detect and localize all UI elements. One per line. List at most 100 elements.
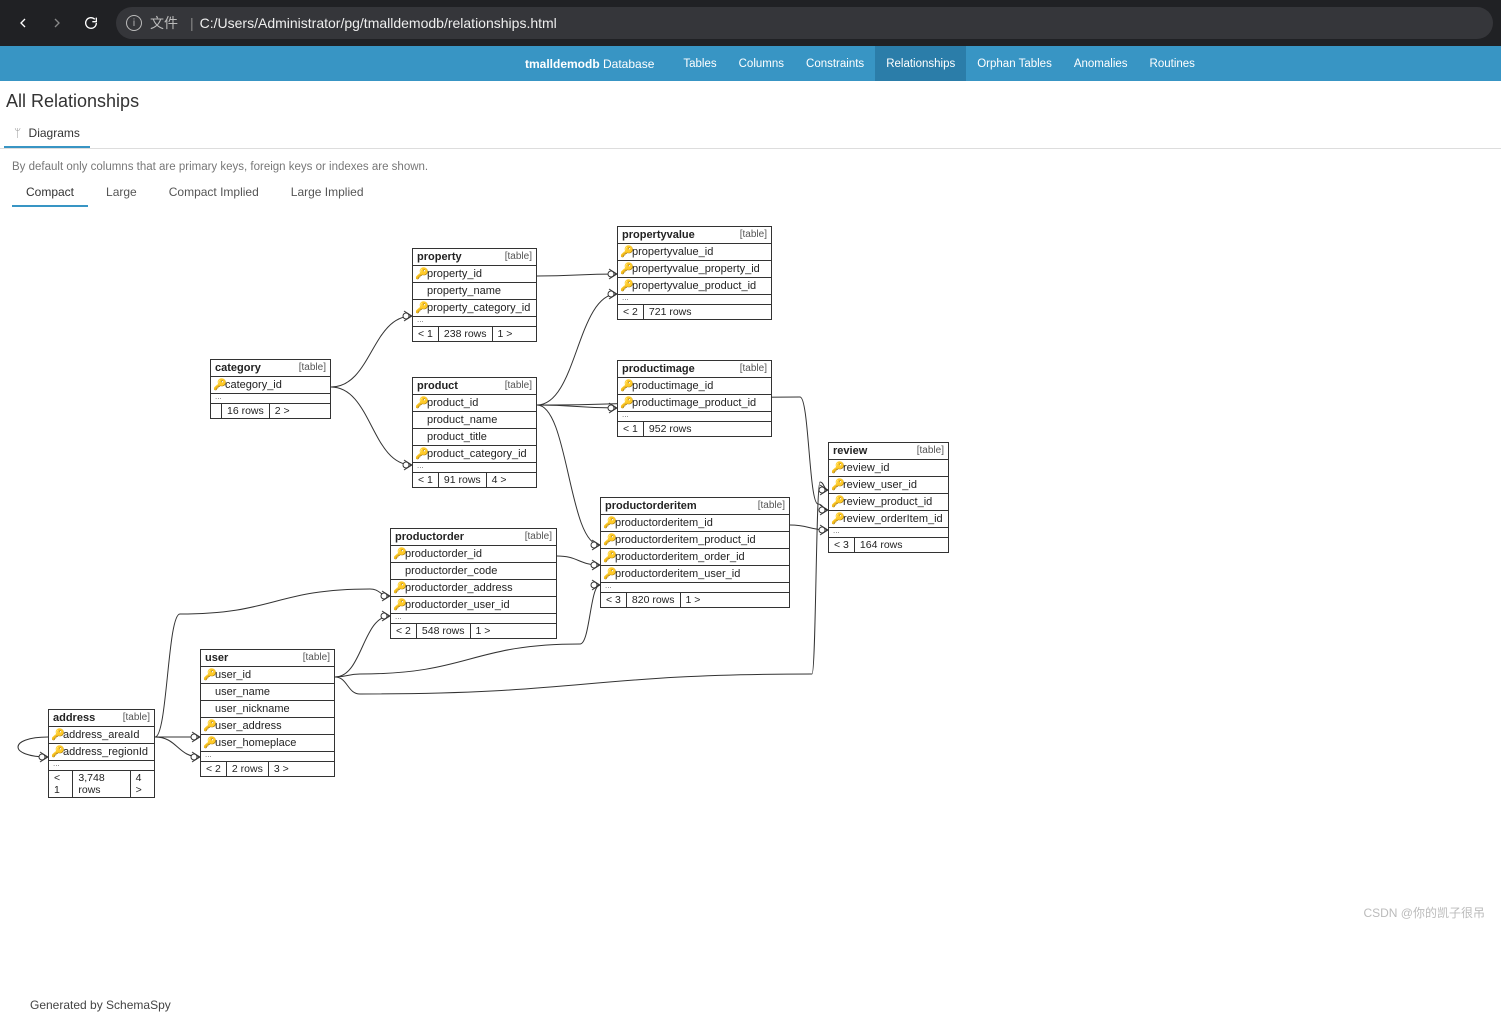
table-footer: < 3164 rows: [829, 538, 948, 552]
table-footer: < 13,748 rows4 >: [49, 771, 154, 797]
column-review_product_id: 🔑review_product_id: [829, 494, 948, 511]
table-propertyvalue[interactable]: propertyvalue[table]🔑propertyvalue_id🔑pr…: [617, 226, 772, 320]
table-product[interactable]: product[table]🔑product_idproduct_namepro…: [412, 377, 537, 488]
table-header: user[table]: [201, 650, 334, 667]
table-header: productorder[table]: [391, 529, 556, 546]
table-productimage[interactable]: productimage[table]🔑productimage_id🔑prod…: [617, 360, 772, 437]
er-diagram: category[table]🔑category_id...16 rows2 >…: [0, 214, 1500, 974]
table-header: property[table]: [413, 249, 536, 266]
column-product_category_id: 🔑product_category_id: [413, 446, 536, 463]
column-address_regionId: 🔑address_regionId: [49, 744, 154, 761]
nav-tab-columns[interactable]: Columns: [728, 46, 795, 81]
column-review_id: 🔑review_id: [829, 460, 948, 477]
ellipsis: ...: [829, 528, 948, 538]
view-tab-compact[interactable]: Compact: [12, 181, 88, 207]
column-productorder_user_id: 🔑productorder_user_id: [391, 597, 556, 614]
table-header: propertyvalue[table]: [618, 227, 771, 244]
column-productorderitem_id: 🔑productorderitem_id: [601, 515, 789, 532]
table-footer: < 1952 rows: [618, 422, 771, 436]
column-user_homeplace: 🔑user_homeplace: [201, 735, 334, 752]
url-input[interactable]: i 文件 | C:/Users/Administrator/pg/tmallde…: [116, 7, 1493, 39]
reload-button[interactable]: [76, 8, 106, 38]
column-product_name: product_name: [413, 412, 536, 429]
ellipsis: ...: [211, 394, 330, 404]
table-header: address[table]: [49, 710, 154, 727]
ellipsis: ...: [618, 295, 771, 305]
ellipsis: ...: [201, 752, 334, 762]
nav-tab-tables[interactable]: Tables: [672, 46, 727, 81]
column-product_title: product_title: [413, 429, 536, 446]
column-user_name: user_name: [201, 684, 334, 701]
table-header: productimage[table]: [618, 361, 771, 378]
watermark: CSDN @你的凯子很吊: [1363, 904, 1485, 921]
view-tab-compact-implied[interactable]: Compact Implied: [155, 181, 273, 205]
column-productorderitem_product_id: 🔑productorderitem_product_id: [601, 532, 789, 549]
column-property_id: 🔑property_id: [413, 266, 536, 283]
column-productorder_code: productorder_code: [391, 563, 556, 580]
nav-tab-anomalies[interactable]: Anomalies: [1063, 46, 1139, 81]
info-text: By default only columns that are primary…: [0, 149, 1501, 181]
table-footer: 16 rows2 >: [211, 404, 330, 418]
column-review_orderItem_id: 🔑review_orderItem_id: [829, 511, 948, 528]
table-property[interactable]: property[table]🔑property_idproperty_name…: [412, 248, 537, 342]
table-footer: < 1238 rows1 >: [413, 327, 536, 341]
table-footer: < 2721 rows: [618, 305, 771, 319]
nav-tab-relationships[interactable]: Relationships: [875, 46, 966, 81]
browser-address-bar: i 文件 | C:/Users/Administrator/pg/tmallde…: [0, 0, 1501, 46]
column-productimage_id: 🔑productimage_id: [618, 378, 771, 395]
ellipsis: ...: [391, 614, 556, 624]
url-scheme-label: 文件: [150, 13, 178, 33]
column-productorder_address: 🔑productorder_address: [391, 580, 556, 597]
view-mode-tabs: CompactLargeCompact ImpliedLarge Implied: [0, 181, 1501, 208]
site-header: tmalldemodb Database TablesColumnsConstr…: [0, 46, 1501, 81]
column-propertyvalue_property_id: 🔑propertyvalue_property_id: [618, 261, 771, 278]
column-user_nickname: user_nickname: [201, 701, 334, 718]
nav-tab-routines[interactable]: Routines: [1139, 46, 1206, 81]
nav-tab-orphan-tables[interactable]: Orphan Tables: [966, 46, 1063, 81]
diagrams-tab[interactable]: ᛘ Diagrams: [4, 120, 90, 148]
section-tabs: ᛘ Diagrams: [0, 120, 1501, 149]
generated-by: Generated by SchemaSpy: [0, 974, 1501, 1032]
ellipsis: ...: [413, 317, 536, 327]
table-header: productorderitem[table]: [601, 498, 789, 515]
ellipsis: ...: [601, 583, 789, 593]
table-header: review[table]: [829, 443, 948, 460]
column-productorderitem_order_id: 🔑productorderitem_order_id: [601, 549, 789, 566]
column-propertyvalue_product_id: 🔑propertyvalue_product_id: [618, 278, 771, 295]
table-header: category[table]: [211, 360, 330, 377]
table-address[interactable]: address[table]🔑address_areaId🔑address_re…: [48, 709, 155, 798]
column-user_id: 🔑user_id: [201, 667, 334, 684]
column-user_address: 🔑user_address: [201, 718, 334, 735]
table-category[interactable]: category[table]🔑category_id...16 rows2 >: [210, 359, 331, 419]
table-footer: < 2548 rows1 >: [391, 624, 556, 638]
column-property_name: property_name: [413, 283, 536, 300]
table-header: product[table]: [413, 378, 536, 395]
column-productimage_product_id: 🔑productimage_product_id: [618, 395, 771, 412]
back-button[interactable]: [8, 8, 38, 38]
nav-tab-constraints[interactable]: Constraints: [795, 46, 875, 81]
ellipsis: ...: [49, 761, 154, 771]
table-productorderitem[interactable]: productorderitem[table]🔑productorderitem…: [600, 497, 790, 608]
brand-label: tmalldemodb Database: [525, 57, 654, 71]
column-productorderitem_user_id: 🔑productorderitem_user_id: [601, 566, 789, 583]
ellipsis: ...: [413, 463, 536, 473]
column-productorder_id: 🔑productorder_id: [391, 546, 556, 563]
table-user[interactable]: user[table]🔑user_iduser_nameuser_nicknam…: [200, 649, 335, 777]
view-tab-large-implied[interactable]: Large Implied: [277, 181, 378, 205]
header-nav: TablesColumnsConstraintsRelationshipsOrp…: [672, 46, 1206, 81]
column-property_category_id: 🔑property_category_id: [413, 300, 536, 317]
column-review_user_id: 🔑review_user_id: [829, 477, 948, 494]
table-footer: < 191 rows4 >: [413, 473, 536, 487]
table-footer: < 3820 rows1 >: [601, 593, 789, 607]
page-title: All Relationships: [0, 81, 1501, 120]
site-info-icon[interactable]: i: [126, 15, 142, 31]
table-productorder[interactable]: productorder[table]🔑productorder_idprodu…: [390, 528, 557, 639]
table-review[interactable]: review[table]🔑review_id🔑review_user_id🔑r…: [828, 442, 949, 553]
ellipsis: ...: [618, 412, 771, 422]
column-address_areaId: 🔑address_areaId: [49, 727, 154, 744]
column-category_id: 🔑category_id: [211, 377, 330, 394]
view-tab-large[interactable]: Large: [92, 181, 151, 205]
forward-button[interactable]: [42, 8, 72, 38]
table-footer: < 22 rows3 >: [201, 762, 334, 776]
column-propertyvalue_id: 🔑propertyvalue_id: [618, 244, 771, 261]
